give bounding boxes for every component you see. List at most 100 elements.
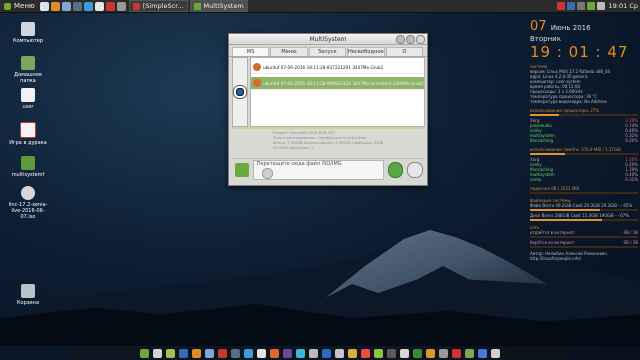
text-file-icon: [21, 88, 35, 102]
disk-line: Диск Всего 286GiB Своб 15.3GiB 190GiB ··…: [530, 213, 630, 218]
dock-app-icon[interactable]: [413, 348, 422, 358]
desktop-icon-label: user: [22, 104, 34, 110]
desktop-icon-label: Игра в дурака: [9, 140, 47, 146]
desktop-icon-multisystemf[interactable]: multisystemf: [8, 156, 48, 178]
conky-widget: 07 Июнь 2016 Вторник 19 : 01 : 47 систем…: [530, 20, 638, 261]
iso-list: ubuntuf 07-06-2016-18:11:28-837221291 34…: [250, 57, 425, 127]
desktop-icon-durak[interactable]: Игра в дурака: [8, 122, 48, 146]
dock-app-icon[interactable]: [361, 348, 370, 358]
notes-icon[interactable]: [94, 1, 104, 11]
tab-ms[interactable]: MS: [232, 47, 270, 56]
dock-browser-icon[interactable]: [205, 348, 214, 358]
dock-app-icon[interactable]: [283, 348, 292, 358]
conky-url: http://linuxforpeople.info/: [530, 256, 582, 261]
close-button[interactable]: [416, 35, 425, 44]
menu-label: Меню: [14, 2, 35, 10]
dock-app-icon[interactable]: [374, 348, 383, 358]
dock-app-icon[interactable]: [296, 348, 305, 358]
list-item[interactable]: ubuntuf 07-06-2016-18:11:28-837221291 34…: [251, 61, 424, 74]
volume-icon[interactable]: [596, 2, 605, 10]
menu-button[interactable]: Меню: [0, 0, 39, 12]
dock-app-icon[interactable]: [400, 348, 409, 358]
firefox-icon[interactable]: [50, 1, 60, 11]
desktop-icon-label: Корзина: [16, 300, 40, 306]
window-title: MultiSystem: [309, 35, 347, 43]
maximize-button[interactable]: [406, 35, 415, 44]
dock-firefox-icon[interactable]: [192, 348, 201, 358]
net-up-bar: [530, 236, 638, 238]
desktop-icon-computer[interactable]: Компьютер: [8, 22, 48, 44]
mem-row: nemo 0.31%: [530, 177, 638, 182]
download-icon[interactable]: [235, 163, 249, 177]
conky-swap-title: подкачка 0B / 1022 MiB: [530, 186, 580, 191]
dock-app-icon[interactable]: [309, 348, 318, 358]
eye-icon[interactable]: [233, 85, 247, 99]
task-simplescreen[interactable]: [SimpleScr...: [128, 0, 188, 12]
dock-app-icon[interactable]: [244, 348, 253, 358]
window-titlebar[interactable]: MultiSystem: [229, 34, 427, 45]
flag-uk-icon[interactable]: [556, 2, 565, 10]
desktop-icon-trash[interactable]: Корзина: [8, 284, 48, 306]
conky-line: температура видеоядра: No Address: [530, 99, 607, 104]
disc-image-icon: [21, 186, 35, 200]
desktop-icon-iso[interactable]: linc-17.2-xenia-live-2016-06-07.iso: [8, 186, 48, 220]
telegram-icon[interactable]: [83, 1, 93, 11]
dock-mint-icon[interactable]: [140, 348, 149, 358]
tab-menu[interactable]: Меню: [270, 47, 308, 56]
show-desktop-icon[interactable]: [39, 1, 49, 11]
dock-app-icon[interactable]: [387, 348, 396, 358]
conky-date: 07 Июнь 2016: [530, 20, 638, 35]
dock-app-icon[interactable]: [426, 348, 435, 358]
desktop-icon-user[interactable]: user: [8, 88, 48, 110]
list-item-selected[interactable]: ubuntuf 07-06-2016-18:11:28-999522324 34…: [251, 77, 424, 90]
panel-clock[interactable]: 19:01 Ср: [609, 2, 638, 10]
keyboard-layout-icon[interactable]: [566, 2, 575, 10]
settings-icon[interactable]: [116, 1, 126, 11]
dock-files-icon[interactable]: [153, 348, 162, 358]
dock-app-icon[interactable]: [179, 348, 188, 358]
dock-app-icon[interactable]: [439, 348, 448, 358]
conky-cpu-title: использование процессора: 27%: [530, 108, 600, 113]
dock-app-icon[interactable]: [218, 348, 227, 358]
computer-icon: [21, 22, 35, 36]
dock-app-icon[interactable]: [491, 348, 500, 358]
iso-drop-field[interactable]: Перетащите сюда файл ISO/IMG: [252, 160, 384, 180]
dock-app-icon[interactable]: [465, 348, 474, 358]
home-folder-icon: [21, 56, 35, 70]
power-button[interactable]: [407, 162, 423, 178]
tab-nonfree[interactable]: Несвободное ПО: [346, 47, 385, 63]
install-button[interactable]: [387, 162, 404, 178]
entry-text: ubuntuf 07-06-2016-18:11:28-837221291 34…: [263, 64, 384, 70]
dock-app-icon[interactable]: [322, 348, 331, 358]
iso-list-area: ubuntuf 07-06-2016-18:11:28-837221291 34…: [232, 57, 425, 127]
drop-zone: Перетащите сюда файл ISO/IMG: [232, 158, 423, 181]
tab-launch[interactable]: Запуск: [308, 47, 346, 56]
trash-icon: [21, 284, 35, 298]
dock-app-icon[interactable]: [257, 348, 266, 358]
terminal-icon[interactable]: [72, 1, 82, 11]
update-icon[interactable]: [586, 2, 595, 10]
side-panel: [232, 57, 248, 127]
chromium-icon[interactable]: [61, 1, 71, 11]
drop-placeholder: Перетащите сюда файл ISO/IMG: [256, 161, 342, 167]
dock-app-icon[interactable]: [166, 348, 175, 358]
multisystem-window: MultiSystem MS Меню Запуск Несвободное П…: [228, 33, 428, 186]
disc-icon: [261, 168, 273, 179]
multisystem-app-icon: [21, 156, 35, 170]
desktop-icon-home[interactable]: Домашняя папка: [8, 56, 48, 84]
disk-bar: [530, 219, 638, 221]
media-icon[interactable]: [105, 1, 115, 11]
task-multisystem[interactable]: MultiSystem: [189, 0, 248, 12]
dock-app-icon[interactable]: [348, 348, 357, 358]
dock-app-icon[interactable]: [270, 348, 279, 358]
tab-about[interactable]: О программе: [385, 47, 424, 63]
simplescreen-icon: [132, 2, 140, 10]
network-icon[interactable]: [576, 2, 585, 10]
tab-bar: MS Меню Запуск Несвободное ПО О программ…: [229, 45, 427, 63]
dock-terminal-icon[interactable]: [231, 348, 240, 358]
minimize-button[interactable]: [396, 35, 405, 44]
mem-bar: [530, 153, 638, 155]
dock-app-icon[interactable]: [452, 348, 461, 358]
dock-app-icon[interactable]: [335, 348, 344, 358]
dock-app-icon[interactable]: [478, 348, 487, 358]
